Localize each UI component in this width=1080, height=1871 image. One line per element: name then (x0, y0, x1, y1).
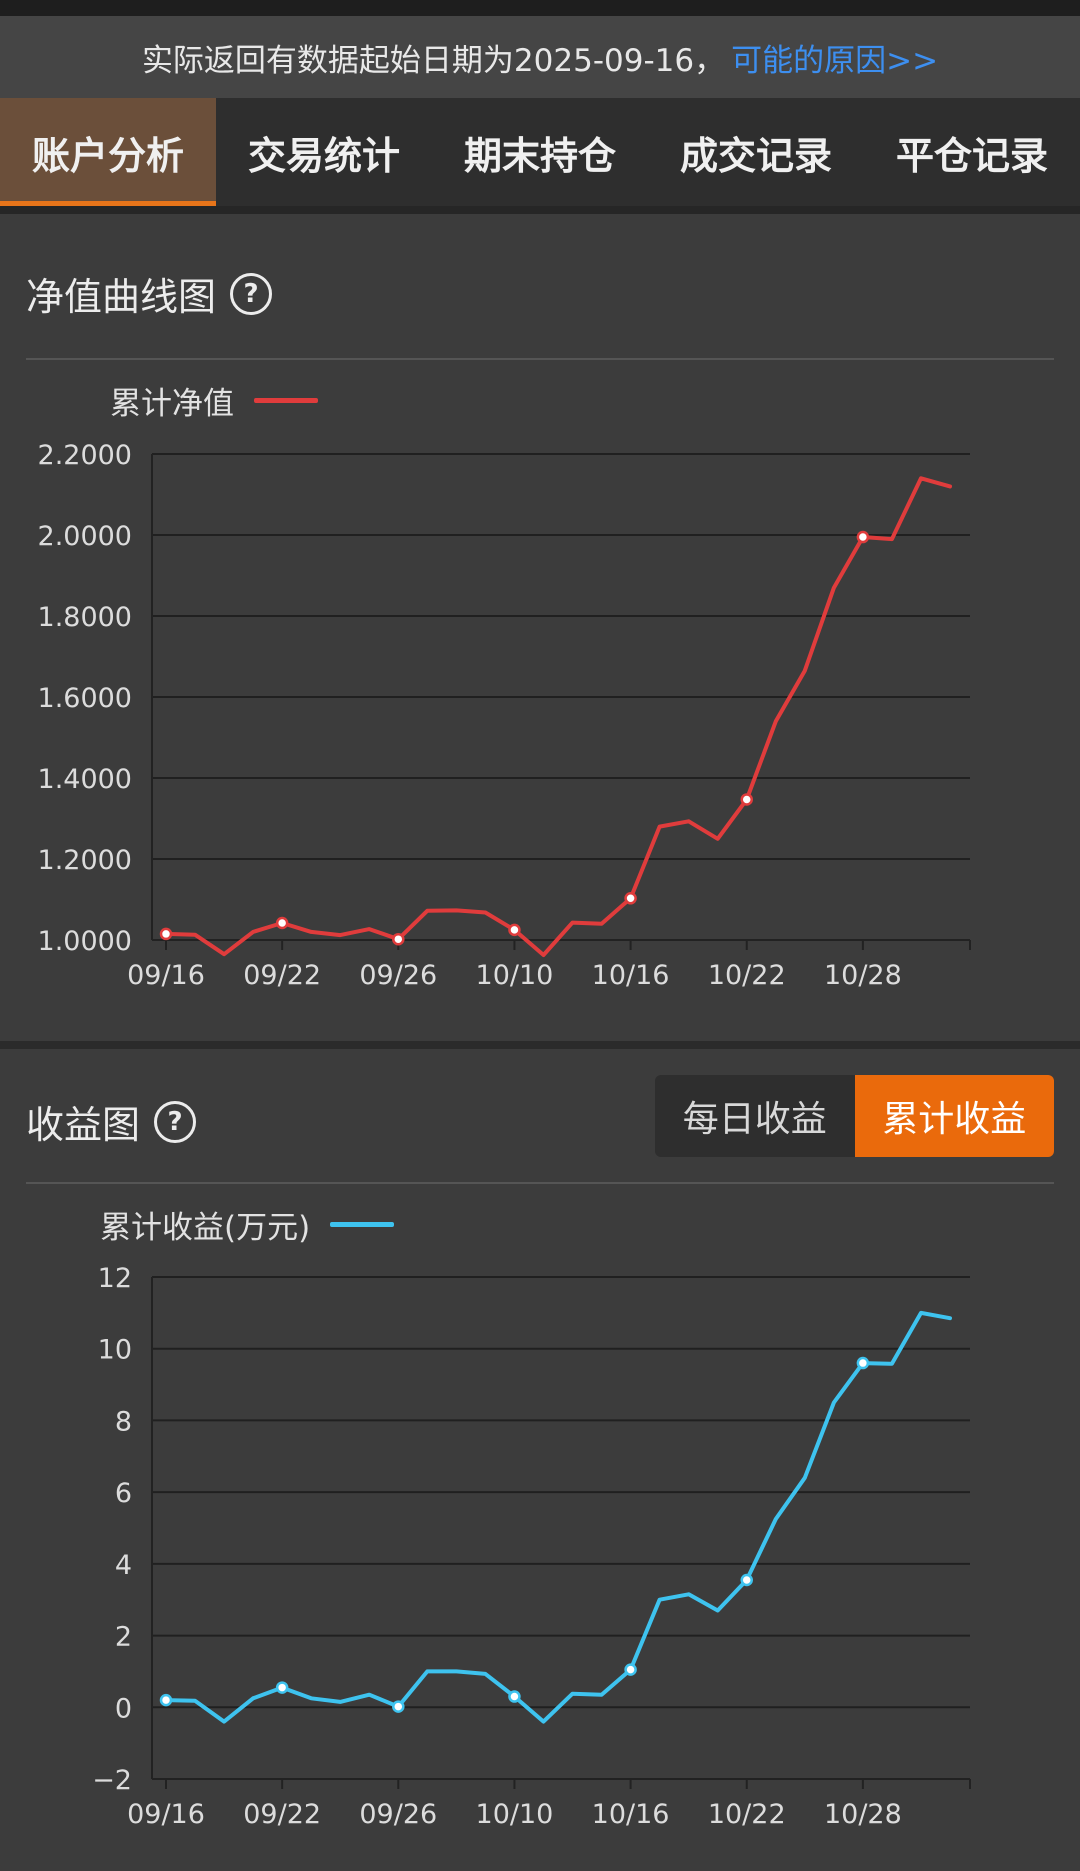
x-tick-label: 09/26 (359, 1799, 437, 1830)
data-point (856, 530, 870, 544)
x-tick-label: 09/16 (127, 1799, 205, 1830)
data-point (508, 1690, 521, 1703)
series-line (164, 476, 952, 957)
y-tick-label: 10 (98, 1335, 132, 1366)
profit-divider (26, 1182, 1054, 1184)
nav-chart: 2.2000 2.0000 1.8000 1.6000 1.4000 1.2000 1.00… (38, 440, 971, 991)
y-tick-label: 8 (115, 1406, 132, 1437)
daily-profit-button[interactable]: 每日收益 (655, 1075, 855, 1157)
tab-closing-positions[interactable]: 期末持仓 (432, 98, 648, 206)
y-tick-label: 1.2000 (38, 845, 132, 876)
status-strip (0, 0, 1080, 16)
profit-legend-label: 累计收益(万元) (100, 1210, 311, 1246)
x-tick-label: 10/28 (824, 1799, 902, 1830)
data-point (624, 892, 637, 905)
section-separator (0, 1041, 1080, 1049)
y-tick-label: 6 (115, 1478, 132, 1509)
x-tick-label: 09/22 (243, 1799, 321, 1830)
tab-bar: 账户分析 交易统计 期末持仓 成交记录 平仓记录 (0, 98, 1080, 214)
profit-help-icon[interactable]: ? (154, 1100, 197, 1143)
profit-title-text: 收益图 (26, 1103, 141, 1147)
y-tick-label: 2.0000 (38, 521, 132, 552)
y-tick-label: 1.4000 (38, 764, 132, 795)
data-point (275, 916, 289, 930)
y-tick-label: −2 (92, 1765, 132, 1796)
nav-section-title: 净值曲线图 ? (26, 266, 273, 321)
y-tick-label: 1.8000 (38, 602, 132, 633)
nav-legend: 累计净值 (110, 378, 318, 423)
data-point (275, 1681, 289, 1694)
y-tick-label: 4 (115, 1550, 132, 1581)
x-tick-label: 09/16 (127, 960, 205, 991)
data-point (856, 1356, 870, 1370)
tab-fill-records[interactable]: 成交记录 (648, 98, 864, 206)
y-tick-label: 2 (115, 1622, 132, 1653)
y-tick-label: 0 (115, 1693, 132, 1724)
y-tick-label: 12 (98, 1263, 132, 1294)
profit-legend: 累计收益(万元) (100, 1202, 395, 1247)
data-point (392, 1700, 405, 1713)
x-tick-label: 10/22 (708, 1799, 786, 1830)
tab-trade-statistics[interactable]: 交易统计 (216, 98, 432, 206)
nav-title-text: 净值曲线图 (26, 275, 217, 319)
y-tick-label: 1.0000 (38, 926, 132, 957)
series-line (164, 1310, 952, 1724)
nav-legend-label: 累计净值 (110, 386, 234, 422)
tab-account-analysis[interactable]: 账户分析 (0, 98, 216, 206)
possible-reason-link[interactable]: 可能的原因>> (731, 35, 938, 80)
x-tick-label: 10/16 (592, 960, 670, 991)
x-tick-label: 10/22 (708, 960, 786, 991)
data-point (159, 927, 173, 941)
x-tick-label: 10/16 (592, 1799, 670, 1830)
x-tick-label: 10/28 (824, 960, 902, 991)
cumulative-profit-button[interactable]: 累计收益 (854, 1075, 1054, 1157)
y-tick-label: 1.6000 (38, 683, 132, 714)
data-point (740, 1573, 753, 1587)
data-point (508, 923, 521, 937)
nav-help-icon[interactable]: ? (230, 272, 273, 315)
nav-divider (26, 358, 1054, 360)
data-point (159, 1693, 173, 1707)
data-point (624, 1663, 637, 1676)
profit-chart: 12 10 8 6 4 2 0 −209/16 09/22 09/26 10/10 10/16 10/2… (92, 1263, 971, 1830)
profit-section-title: 收益图 ? (26, 1094, 197, 1149)
nav-legend-swatch (254, 398, 318, 403)
tab-close-records[interactable]: 平仓记录 (864, 98, 1080, 206)
data-point (740, 793, 753, 806)
x-tick-label: 09/22 (243, 960, 321, 991)
profit-legend-swatch (330, 1222, 395, 1227)
profit-mode-toggle: 每日收益 累计收益 (655, 1075, 1054, 1157)
data-start-notice: 实际返回有数据起始日期为2025-09-16， 可能的原因>> (0, 16, 1080, 98)
x-tick-label: 09/26 (359, 960, 437, 991)
notice-text: 实际返回有数据起始日期为2025-09-16， (141, 42, 726, 79)
x-tick-label: 10/10 (476, 960, 554, 991)
y-tick-label: 2.2000 (38, 440, 132, 471)
data-point (392, 932, 405, 946)
x-tick-label: 10/10 (476, 1799, 554, 1830)
